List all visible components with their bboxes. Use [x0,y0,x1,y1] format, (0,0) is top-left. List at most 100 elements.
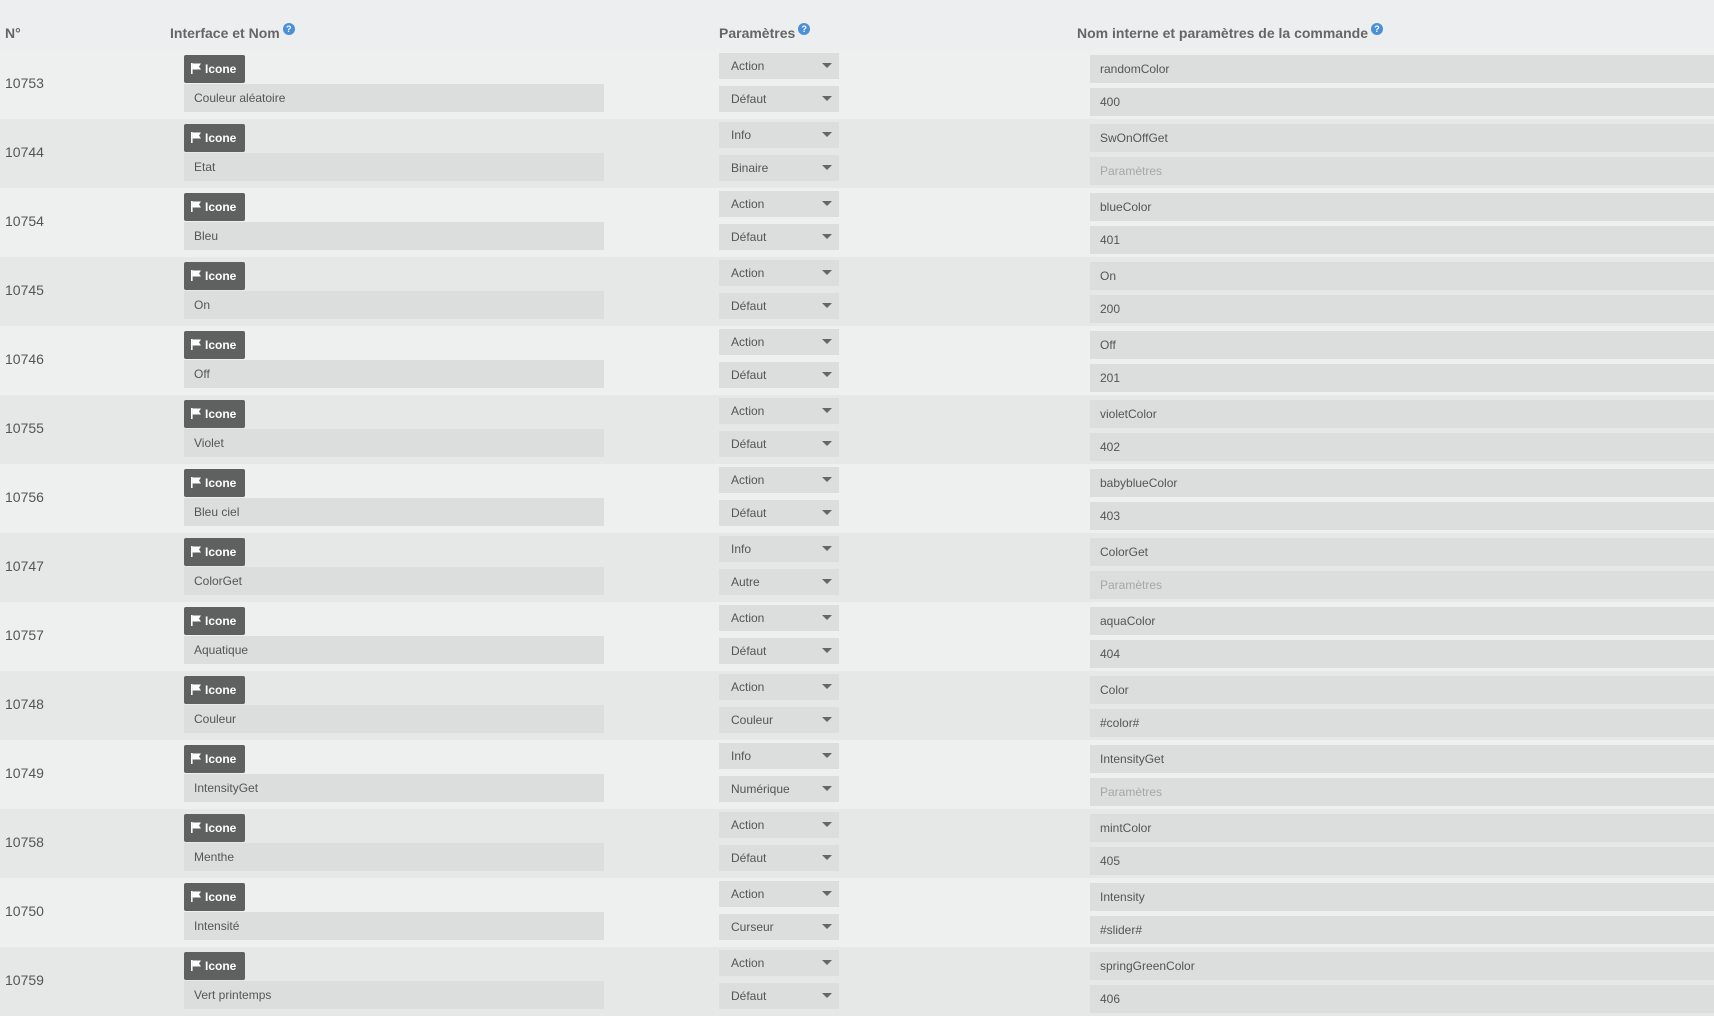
type-select[interactable]: Info [719,536,839,562]
command-id: 10750 [5,903,44,919]
type-select[interactable]: Action [719,260,839,286]
parameters-input[interactable]: Paramètres [1090,571,1714,599]
logical-id-input[interactable]: aquaColor [1090,607,1714,635]
icon-button[interactable]: Icone [184,262,245,290]
parameters-input[interactable]: #slider# [1090,916,1714,944]
logical-id-input[interactable]: randomColor [1090,55,1714,83]
subtype-select[interactable]: Couleur [719,707,839,733]
subtype-select[interactable]: Défaut [719,500,839,526]
parameters-input[interactable]: 401 [1090,226,1714,254]
subtype-select[interactable]: Défaut [719,845,839,871]
icon-button[interactable]: Icone [184,607,245,635]
type-select[interactable]: Action [719,881,839,907]
type-select[interactable]: Action [719,812,839,838]
logical-id-input[interactable]: Intensity [1090,883,1714,911]
icon-button[interactable]: Icone [184,469,245,497]
parameters-input[interactable]: 402 [1090,433,1714,461]
parameters-input[interactable]: 406 [1090,985,1714,1013]
help-icon[interactable]: ? [1371,23,1383,35]
logical-id-input[interactable]: IntensityGet [1090,745,1714,773]
subtype-select[interactable]: Défaut [719,362,839,388]
command-name-input[interactable]: On [184,291,604,319]
command-name-input[interactable]: Menthe [184,843,604,871]
icon-button-label: Icone [205,959,237,973]
type-select[interactable]: Action [719,191,839,217]
command-name-input[interactable]: Violet [184,429,604,457]
table-row: 10753 Icone Couleur aléatoire Action Déf… [0,50,1714,119]
command-name-input[interactable]: Etat [184,153,604,181]
help-icon[interactable]: ? [798,23,811,35]
command-name-input[interactable]: Aquatique [184,636,604,664]
logical-id-input[interactable]: babyblueColor [1090,469,1714,497]
icon-button[interactable]: Icone [184,883,245,911]
subtype-select[interactable]: Autre [719,569,839,595]
type-select[interactable]: Action [719,398,839,424]
chevron-down-icon [822,63,832,68]
icon-button[interactable]: Icone [184,124,245,152]
icon-button[interactable]: Icone [184,400,245,428]
subtype-select[interactable]: Défaut [719,431,839,457]
logical-id-input[interactable]: violetColor [1090,400,1714,428]
icon-button[interactable]: Icone [184,952,245,980]
parameters-input[interactable]: Paramètres [1090,778,1714,806]
parameters-input[interactable]: #color# [1090,709,1714,737]
command-id: 10753 [5,75,44,91]
type-select[interactable]: Action [719,674,839,700]
subtype-select-value: Défaut [731,368,767,382]
parameters-input[interactable]: 404 [1090,640,1714,668]
subtype-select[interactable]: Défaut [719,983,839,1009]
type-select-value: Action [731,611,765,625]
logical-id-input[interactable]: SwOnOffGet [1090,124,1714,152]
chevron-down-icon [822,960,832,965]
parameters-input[interactable]: 201 [1090,364,1714,392]
subtype-select[interactable]: Binaire [719,155,839,181]
table-row: 10754 Icone Bleu Action Défaut blueColor… [0,188,1714,257]
logical-id-input[interactable]: mintColor [1090,814,1714,842]
icon-button-label: Icone [205,476,237,490]
subtype-select[interactable]: Défaut [719,86,839,112]
command-name-input[interactable]: Bleu [184,222,604,250]
subtype-select[interactable]: Défaut [719,293,839,319]
type-select[interactable]: Action [719,53,839,79]
subtype-select[interactable]: Défaut [719,224,839,250]
parameters-input[interactable]: 403 [1090,502,1714,530]
subtype-select[interactable]: Curseur [719,914,839,940]
type-select[interactable]: Info [719,743,839,769]
command-name-input[interactable]: Bleu ciel [184,498,604,526]
type-select[interactable]: Action [719,605,839,631]
logical-id-input[interactable]: blueColor [1090,193,1714,221]
type-select[interactable]: Action [719,950,839,976]
icon-button[interactable]: Icone [184,55,245,83]
command-name-input[interactable]: ColorGet [184,567,604,595]
icon-button[interactable]: Icone [184,538,245,566]
subtype-select[interactable]: Défaut [719,638,839,664]
command-name-input[interactable]: IntensityGet [184,774,604,802]
logical-id-input[interactable]: springGreenColor [1090,952,1714,980]
command-name-input[interactable]: Intensité [184,912,604,940]
icon-button[interactable]: Icone [184,745,245,773]
command-name-input[interactable]: Off [184,360,604,388]
type-select[interactable]: Action [719,467,839,493]
icon-button[interactable]: Icone [184,814,245,842]
type-select-value: Action [731,197,765,211]
parameters-input[interactable]: Paramètres [1090,157,1714,185]
icon-button[interactable]: Icone [184,331,245,359]
parameters-input[interactable]: 200 [1090,295,1714,323]
logical-id-input[interactable]: Off [1090,331,1714,359]
subtype-select-value: Défaut [731,644,767,658]
logical-id-input[interactable]: On [1090,262,1714,290]
type-select[interactable]: Info [719,122,839,148]
icon-button-label: Icone [205,683,237,697]
logical-id-input[interactable]: ColorGet [1090,538,1714,566]
logical-id-input[interactable]: Color [1090,676,1714,704]
subtype-select[interactable]: Numérique [719,776,839,802]
icon-button[interactable]: Icone [184,193,245,221]
icon-button[interactable]: Icone [184,676,245,704]
parameters-input[interactable]: 400 [1090,88,1714,116]
command-name-input[interactable]: Couleur [184,705,604,733]
command-name-input[interactable]: Vert printemps [184,981,604,1009]
help-icon[interactable]: ? [282,23,295,35]
command-name-input[interactable]: Couleur aléatoire [184,84,604,112]
parameters-input[interactable]: 405 [1090,847,1714,875]
type-select[interactable]: Action [719,329,839,355]
